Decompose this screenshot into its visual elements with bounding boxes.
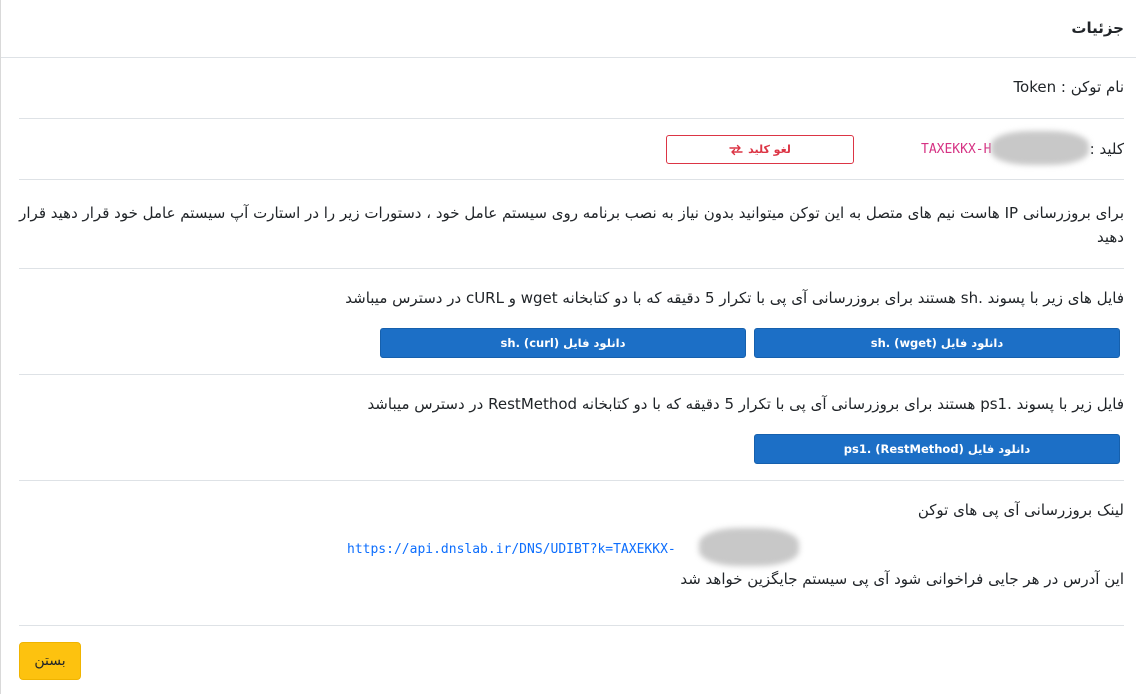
url-redaction [699, 528, 799, 566]
download-restmethod-label: دانلود فایل (RestMethod) .ps1 [843, 442, 1031, 456]
close-button-label: بستن [34, 653, 66, 669]
intro-text: برای بروزرسانی IP هاست نیم های متصل به ا… [19, 204, 1124, 246]
modal-title: جزئیات [1071, 19, 1124, 37]
sh-files-text: فایل های زیر با پسوند .sh هستند برای برو… [345, 289, 1124, 307]
key-label: کلید : [1089, 140, 1124, 158]
swap-arrows-icon [729, 144, 743, 156]
intro-section: برای بروزرسانی IP هاست نیم های متصل به ا… [19, 180, 1124, 269]
modal-header: جزئیات [1, 0, 1136, 58]
update-link-note: این آدرس در هر جایی فراخوانی شود آی پی س… [680, 570, 1124, 588]
key-section: کلید : TAXEKKX-H لغو کلید [19, 119, 1124, 180]
token-name-label: نام توکن : Token [1013, 78, 1124, 96]
update-link-section: لینک بروزرسانی آی پی های توکن https://ap… [19, 481, 1124, 626]
token-name-section: نام توکن : Token [19, 58, 1124, 119]
key-value: TAXEKKX-H [921, 142, 992, 157]
update-link-url[interactable]: https://api.dnslab.ir/DNS/UDIBT?k=TAXEKK… [347, 542, 676, 557]
ps1-file-section: فایل زیر با پسوند .ps1 هستند برای بروزرس… [19, 375, 1124, 481]
update-link-title: لینک بروزرسانی آی پی های توکن [917, 501, 1124, 519]
details-modal: جزئیات نام توکن : Token کلید : TAXEKKX-H… [0, 0, 1136, 694]
close-button[interactable]: بستن [19, 642, 81, 680]
sh-files-section: فایل های زیر با پسوند .sh هستند برای برو… [19, 269, 1124, 375]
download-curl-label: دانلود فایل (curl) .sh [500, 336, 626, 350]
revoke-key-label: لغو کلید [748, 143, 791, 156]
ps1-file-text: فایل زیر با پسوند .ps1 هستند برای بروزرس… [367, 395, 1124, 413]
download-wget-label: دانلود فایل (wget) .sh [870, 336, 1004, 350]
download-wget-button[interactable]: دانلود فایل (wget) .sh [754, 328, 1120, 358]
download-curl-button[interactable]: دانلود فایل (curl) .sh [380, 328, 746, 358]
revoke-key-button[interactable]: لغو کلید [666, 135, 854, 164]
key-redaction [991, 131, 1089, 165]
download-restmethod-button[interactable]: دانلود فایل (RestMethod) .ps1 [754, 434, 1120, 464]
